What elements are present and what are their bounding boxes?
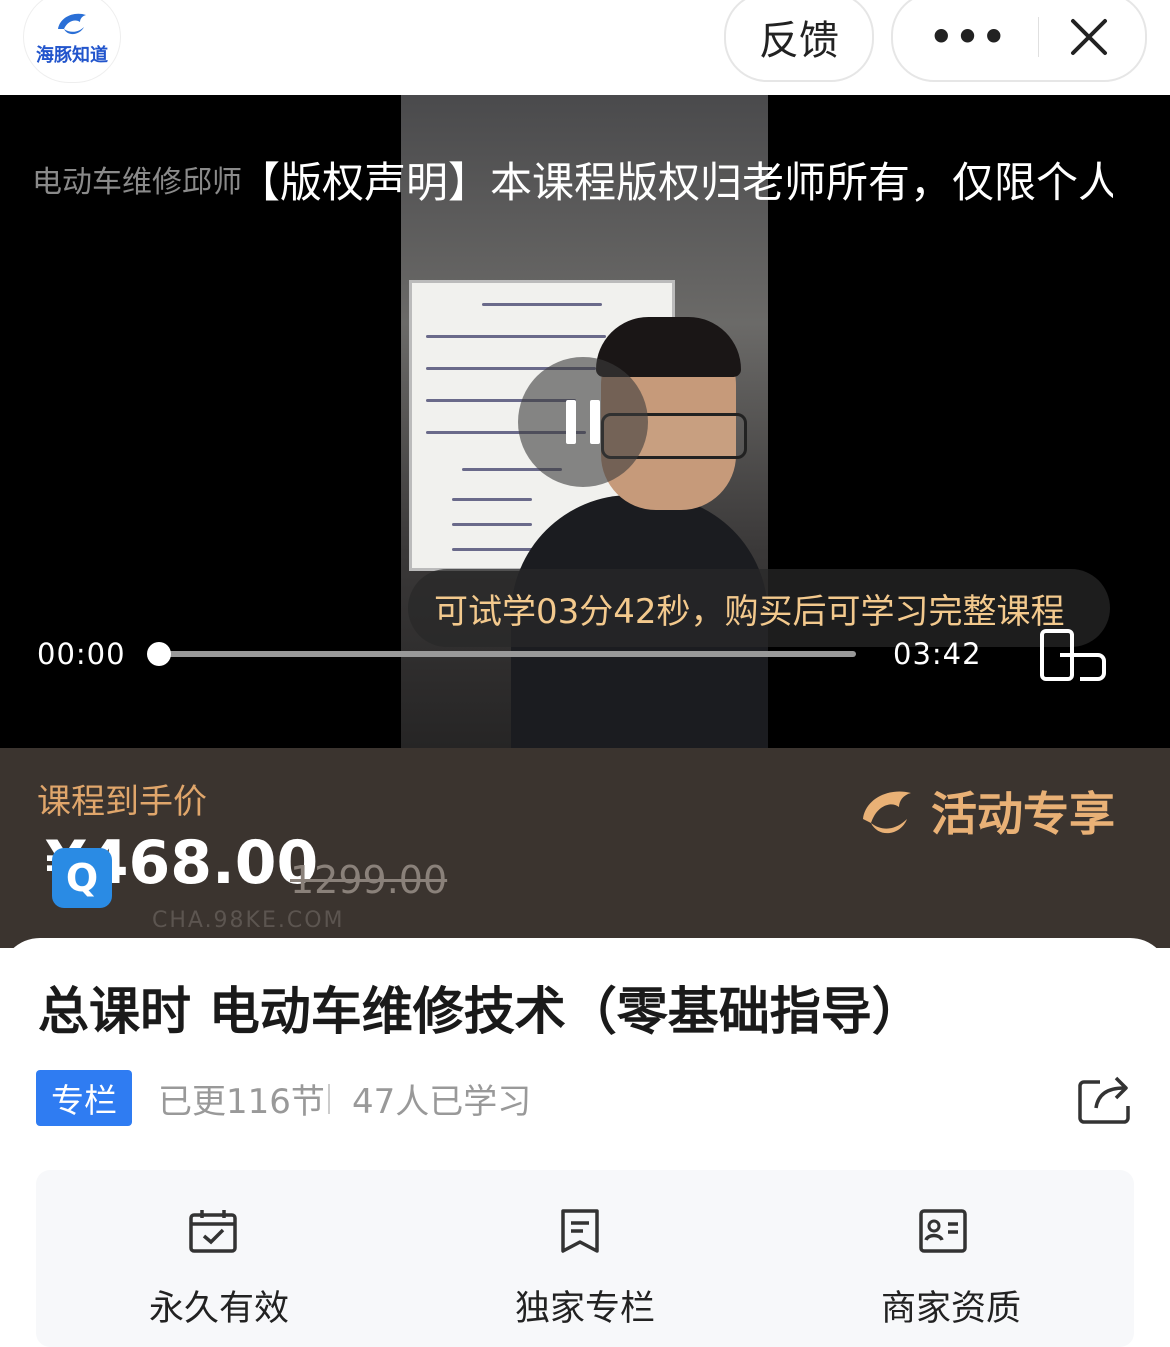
feature-panel: 永久有效 独家专栏 商家资质 (36, 1170, 1134, 1347)
rotate-screen-icon[interactable] (1040, 629, 1108, 685)
watermark-text: CHA.98KE.COM (152, 908, 345, 933)
trial-notice: 可试学03分42秒，购买后可学习完整课程 (408, 569, 1110, 647)
calendar-check-icon (189, 1210, 237, 1253)
event-label: 活动专享 (931, 787, 1115, 841)
watermark-badge-icon: Q (52, 848, 112, 908)
close-icon[interactable] (1069, 17, 1109, 57)
feature-exclusive[interactable]: 独家专栏 (402, 1170, 768, 1347)
column-tag: 专栏 (36, 1070, 132, 1126)
mini-program-capsule: ••• (891, 0, 1147, 82)
feature-label: 独家专栏 (514, 1289, 655, 1329)
dolphin-logo-icon (58, 13, 86, 35)
app-logo: 海豚知道 (24, 0, 120, 82)
pause-icon (566, 400, 576, 444)
more-icon[interactable]: ••• (929, 15, 1008, 59)
id-card-icon (919, 1209, 967, 1253)
total-time: 03:42 (893, 637, 982, 671)
dolphin-icon (863, 791, 911, 834)
original-price: 1299.00 (290, 858, 448, 902)
pause-icon-bar (590, 400, 600, 444)
current-time: 00:00 (37, 637, 126, 671)
bookmark-icon (561, 1209, 599, 1253)
meta-divider (328, 1084, 330, 1114)
copyright-marquee: 【版权声明】本课程版权归老师所有，仅限个人学 (238, 158, 1113, 207)
feature-label: 永久有效 (148, 1289, 289, 1329)
capsule-divider (1037, 17, 1039, 57)
feedback-button[interactable]: 反馈 (724, 0, 874, 82)
course-info-card: 总课时 电动车维修技术（零基础指导） 专栏 已更116节 47人已学习 永久有效… (0, 938, 1170, 1347)
video-player[interactable]: 电动车维修邱师 【版权声明】本课程版权归老师所有，仅限个人学 可试学03分42秒… (0, 95, 1170, 748)
top-bar: 海豚知道 反馈 ••• (0, 0, 1170, 95)
feature-qualification[interactable]: 商家资质 (768, 1170, 1134, 1347)
progress-bar[interactable] (158, 651, 856, 657)
pause-button[interactable] (518, 357, 648, 487)
logo-text: 海豚知道 (36, 45, 108, 66)
learner-count: 47人已学习 (352, 1082, 532, 1122)
event-badge: 活动专享 (855, 778, 1115, 844)
share-icon[interactable] (1078, 1074, 1132, 1124)
course-title: 总课时 电动车维修技术（零基础指导） (38, 983, 923, 1042)
promo-price-label: 课程到手价 (37, 782, 207, 822)
feature-label: 商家资质 (880, 1289, 1021, 1329)
video-watermark-title: 电动车维修邱师 (32, 165, 242, 200)
updated-count: 已更116节 (158, 1082, 325, 1122)
progress-handle[interactable] (147, 642, 171, 666)
feature-permanent[interactable]: 永久有效 (36, 1170, 402, 1347)
promo-banner: 课程到手价 ¥468.00 1299.00 Q CHA.98KE.COM 活动专… (0, 748, 1170, 948)
